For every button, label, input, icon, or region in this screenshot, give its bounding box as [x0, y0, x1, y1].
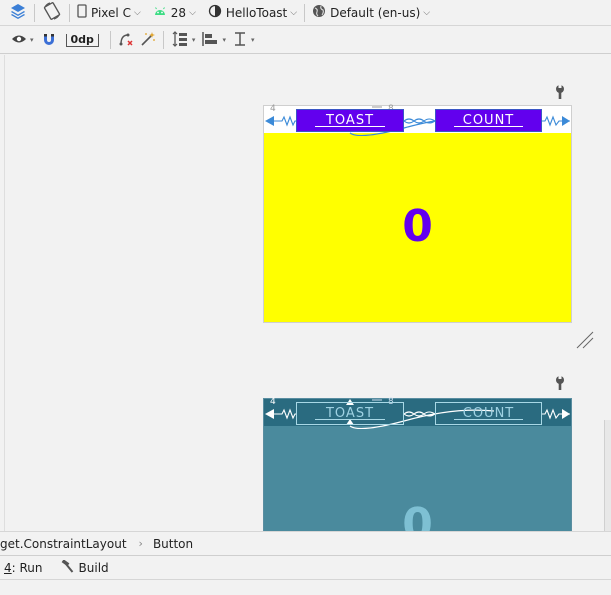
toast-button[interactable]: TOAST	[296, 402, 404, 425]
clear-constraints-button[interactable]	[115, 29, 137, 51]
wrench-icon[interactable]	[553, 84, 567, 100]
panel-divider	[4, 55, 5, 531]
guidelines-icon	[232, 30, 248, 51]
clear-constraints-icon	[118, 31, 134, 50]
infer-constraints-icon	[140, 31, 156, 50]
magnet-icon	[42, 32, 56, 49]
theme-icon	[208, 4, 222, 21]
wrench-icon[interactable]	[553, 375, 567, 391]
text-underline	[315, 126, 385, 127]
infer-constraints-button[interactable]	[137, 29, 159, 51]
chevron-down-icon: ▾	[250, 36, 255, 44]
device-label: Pixel C	[91, 5, 131, 20]
layers-icon	[9, 2, 27, 23]
autoconnect-toggle[interactable]	[39, 29, 59, 51]
separator	[109, 31, 111, 49]
layers-button[interactable]	[6, 2, 30, 24]
locale-selector[interactable]: Default (en-us) ⌵	[309, 2, 433, 24]
orientation-icon	[42, 1, 62, 24]
pack-icon	[171, 30, 189, 51]
margin-left-label: 4	[270, 104, 276, 114]
show-count-text[interactable]: 0	[264, 201, 571, 252]
locale-label: Default (en-us)	[330, 5, 421, 20]
chevron-down-icon: ▾	[30, 36, 34, 44]
default-margin-label: 0dp	[65, 33, 99, 47]
default-margin-selector[interactable]: 0dp	[59, 29, 106, 51]
theme-selector[interactable]: HelloToast ⌵	[205, 2, 300, 24]
build-label: Build	[78, 560, 109, 575]
attributes-panel-edge	[604, 420, 611, 531]
separator	[34, 3, 35, 22]
chevron-down-icon: ⌵	[133, 7, 141, 18]
android-icon	[153, 5, 167, 20]
design-canvas[interactable]: 4 8 TOAST COUNT 0 4	[0, 55, 611, 531]
globe-icon	[312, 4, 326, 21]
breadcrumb-current[interactable]: Button	[153, 537, 193, 551]
chevron-down-icon: ▾	[191, 36, 196, 44]
hammer-icon	[61, 558, 74, 576]
eye-icon	[11, 33, 27, 48]
constraint-toolbar: ▾ 0dp ▾ ▾ ▾	[0, 27, 611, 54]
design-toolbar: Pixel C ⌵ 28 ⌵ HelloToast ⌵ Default (en-…	[0, 0, 611, 26]
status-bar	[0, 579, 611, 595]
separator	[69, 3, 70, 22]
separator	[162, 31, 164, 49]
count-button[interactable]: COUNT	[435, 109, 542, 132]
run-tool-button[interactable]: 4 : Run	[4, 561, 43, 575]
design-surface[interactable]: 4 8 TOAST COUNT 0	[263, 104, 572, 323]
show-count-text[interactable]: 0	[264, 499, 571, 531]
build-tool-button[interactable]: Build	[61, 558, 109, 576]
pack-button[interactable]: ▾	[168, 29, 199, 51]
resize-handle-icon[interactable]	[575, 330, 595, 350]
api-selector[interactable]: 28 ⌵	[150, 2, 199, 24]
orientation-button[interactable]	[39, 2, 65, 24]
component-tree-breadcrumb: get.ConstraintLayout › Button	[0, 531, 611, 555]
text-underline	[454, 126, 523, 127]
run-label: : Run	[11, 560, 43, 575]
chevron-down-icon: ▾	[222, 36, 226, 44]
toast-button[interactable]: TOAST	[296, 109, 404, 132]
tool-window-bar: 4 : Run Build	[0, 555, 611, 579]
chevron-down-icon: ⌵	[189, 7, 196, 18]
text-underline	[454, 419, 523, 420]
margin-left-label: 4	[270, 397, 276, 407]
view-options-button[interactable]: ▾	[8, 29, 37, 51]
align-icon	[201, 30, 219, 51]
separator	[304, 3, 306, 22]
chevron-down-icon: ⌵	[423, 7, 431, 18]
phone-icon	[77, 4, 87, 21]
text-underline	[315, 419, 385, 420]
chevron-right-icon: ›	[138, 537, 143, 550]
run-shortcut-number: 4	[4, 560, 12, 575]
count-button[interactable]: COUNT	[435, 402, 542, 425]
align-button[interactable]: ▾	[198, 29, 229, 51]
api-label: 28	[170, 5, 187, 20]
device-selector[interactable]: Pixel C ⌵	[74, 2, 144, 24]
guidelines-button[interactable]: ▾	[229, 29, 258, 51]
theme-label: HelloToast	[225, 5, 288, 20]
chevron-down-icon: ⌵	[290, 7, 298, 18]
blueprint-surface[interactable]: 4 8 TOAST COUNT 0	[263, 397, 572, 531]
breadcrumb-parent[interactable]: get.ConstraintLayout	[0, 537, 127, 551]
